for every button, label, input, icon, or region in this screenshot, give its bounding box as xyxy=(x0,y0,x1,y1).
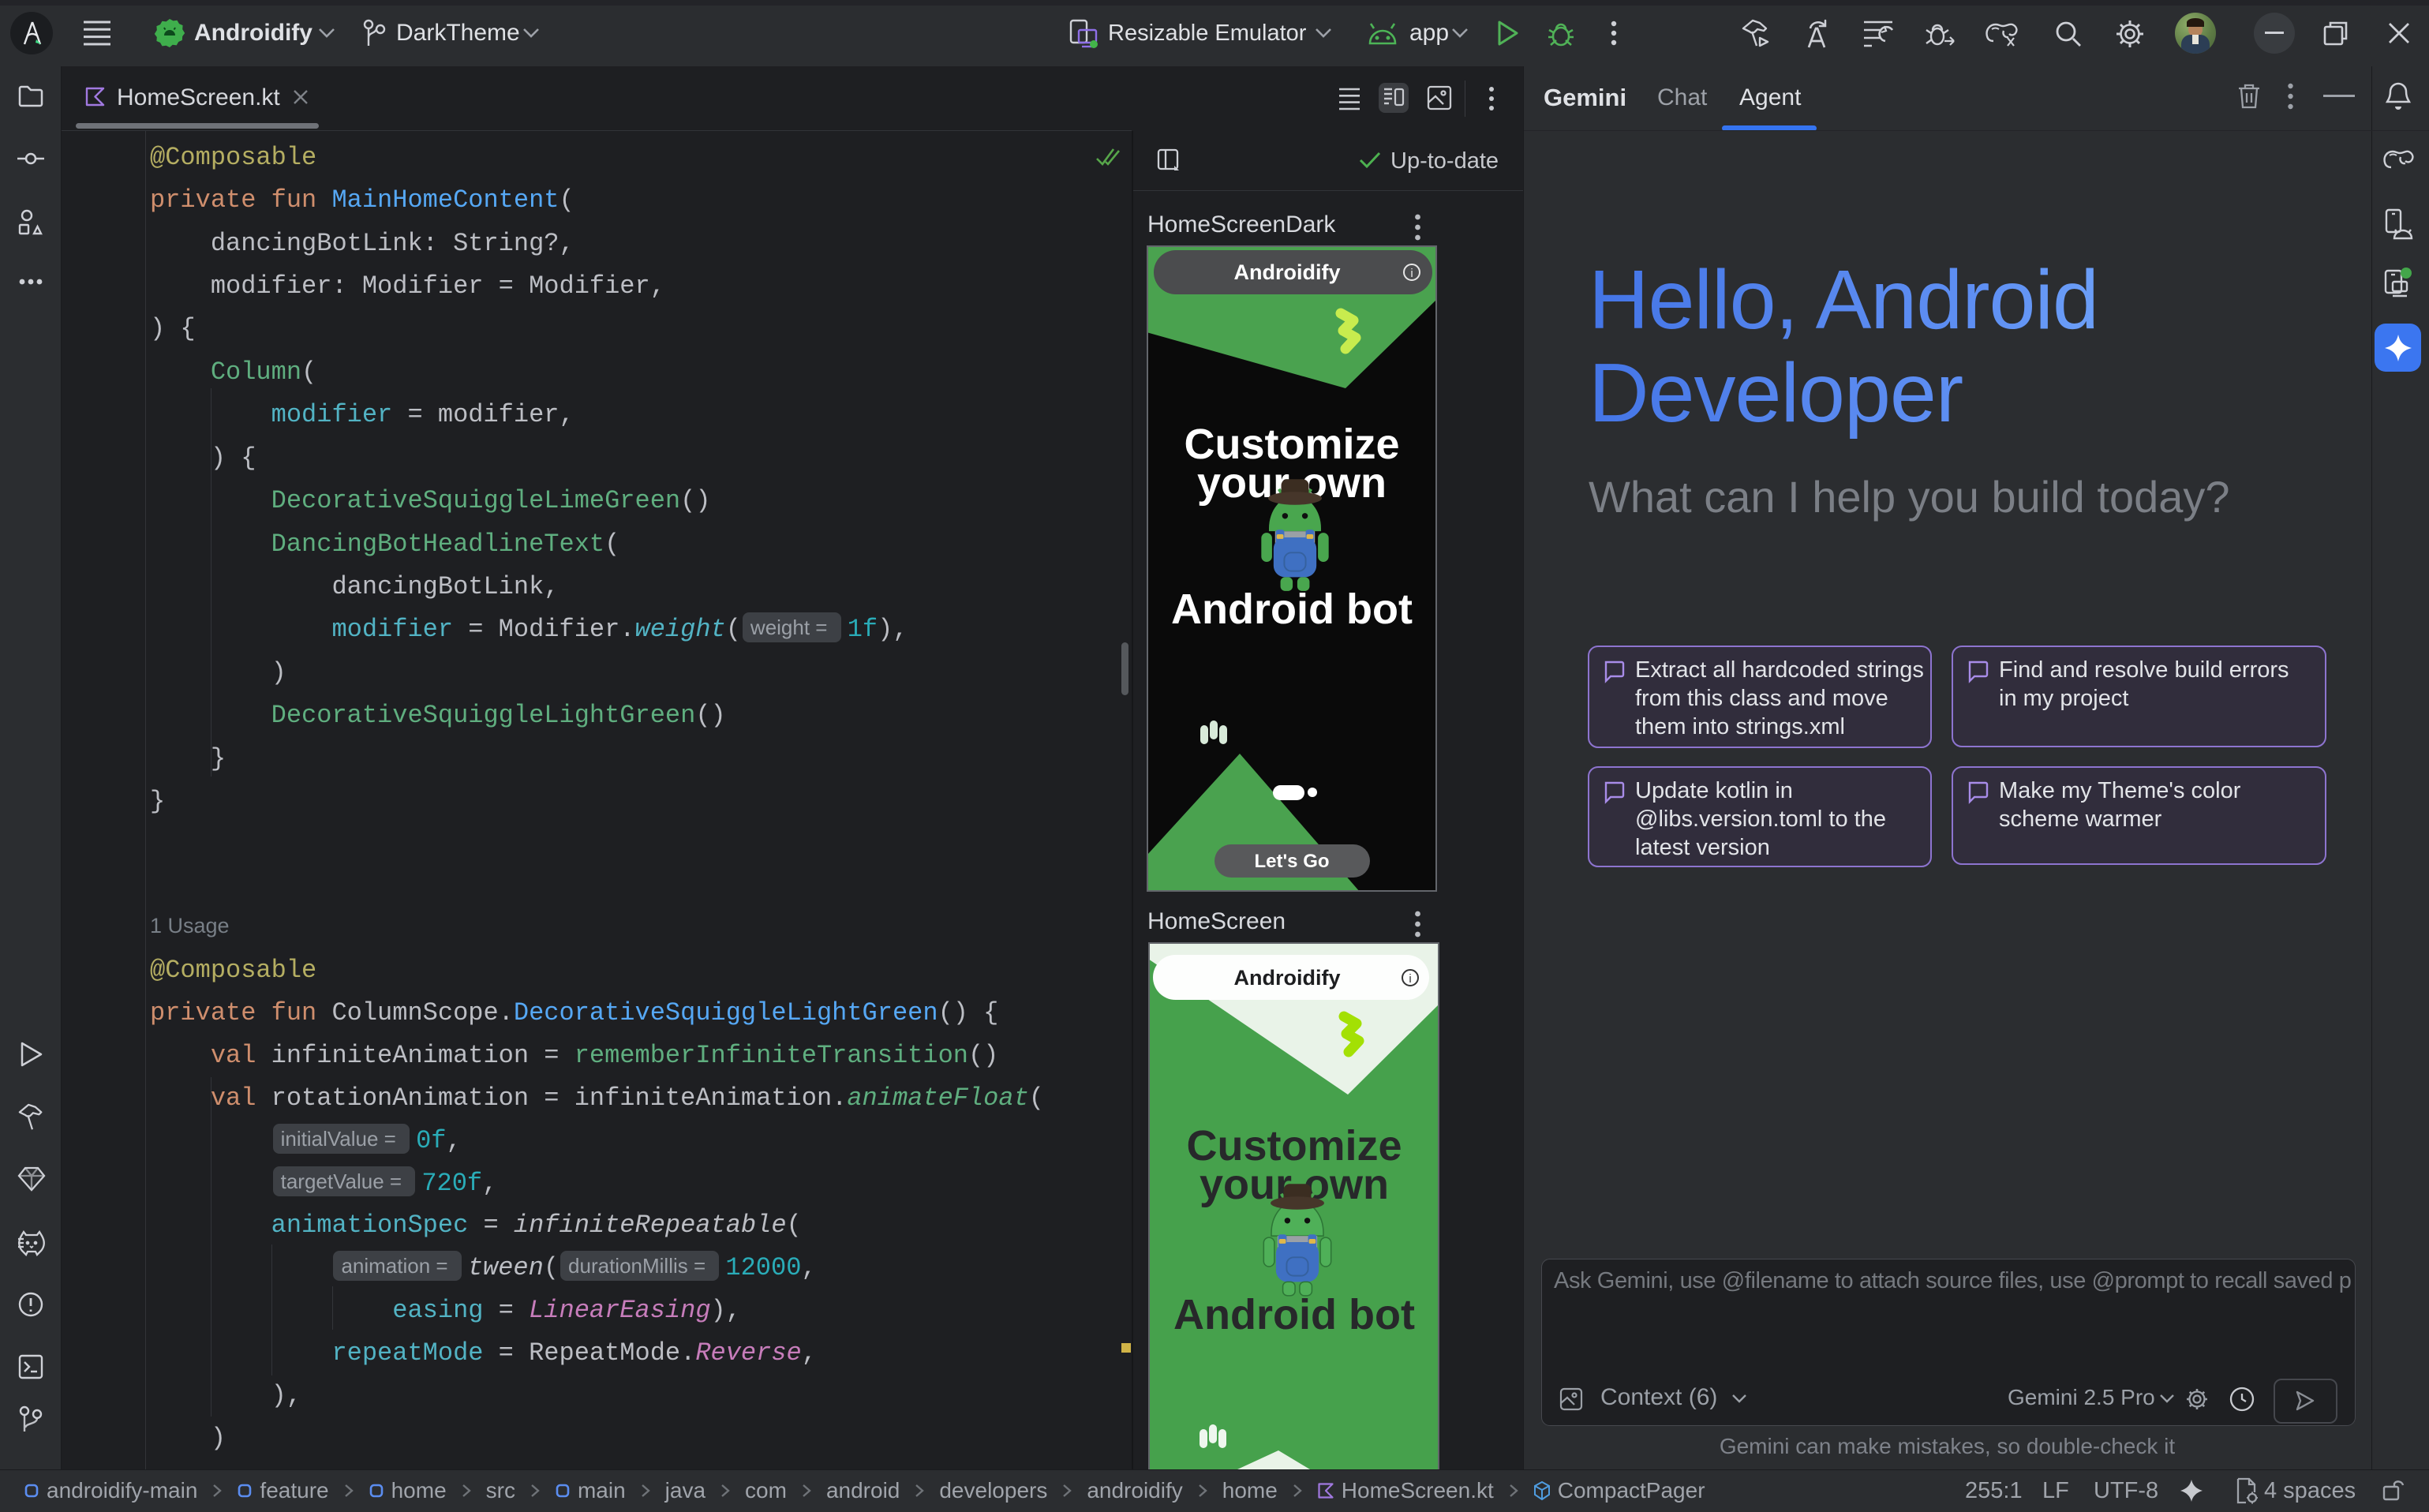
svg-text:i: i xyxy=(1409,972,1411,986)
svg-text:Android bot: Android bot xyxy=(1173,1291,1415,1338)
svg-text:Android bot: Android bot xyxy=(1171,586,1413,633)
svg-text:Androidify: Androidify xyxy=(1234,966,1341,990)
svg-text:i: i xyxy=(1410,267,1413,280)
svg-text:Androidify: Androidify xyxy=(1234,260,1341,284)
svg-text:Let's Go: Let's Go xyxy=(1254,851,1329,872)
